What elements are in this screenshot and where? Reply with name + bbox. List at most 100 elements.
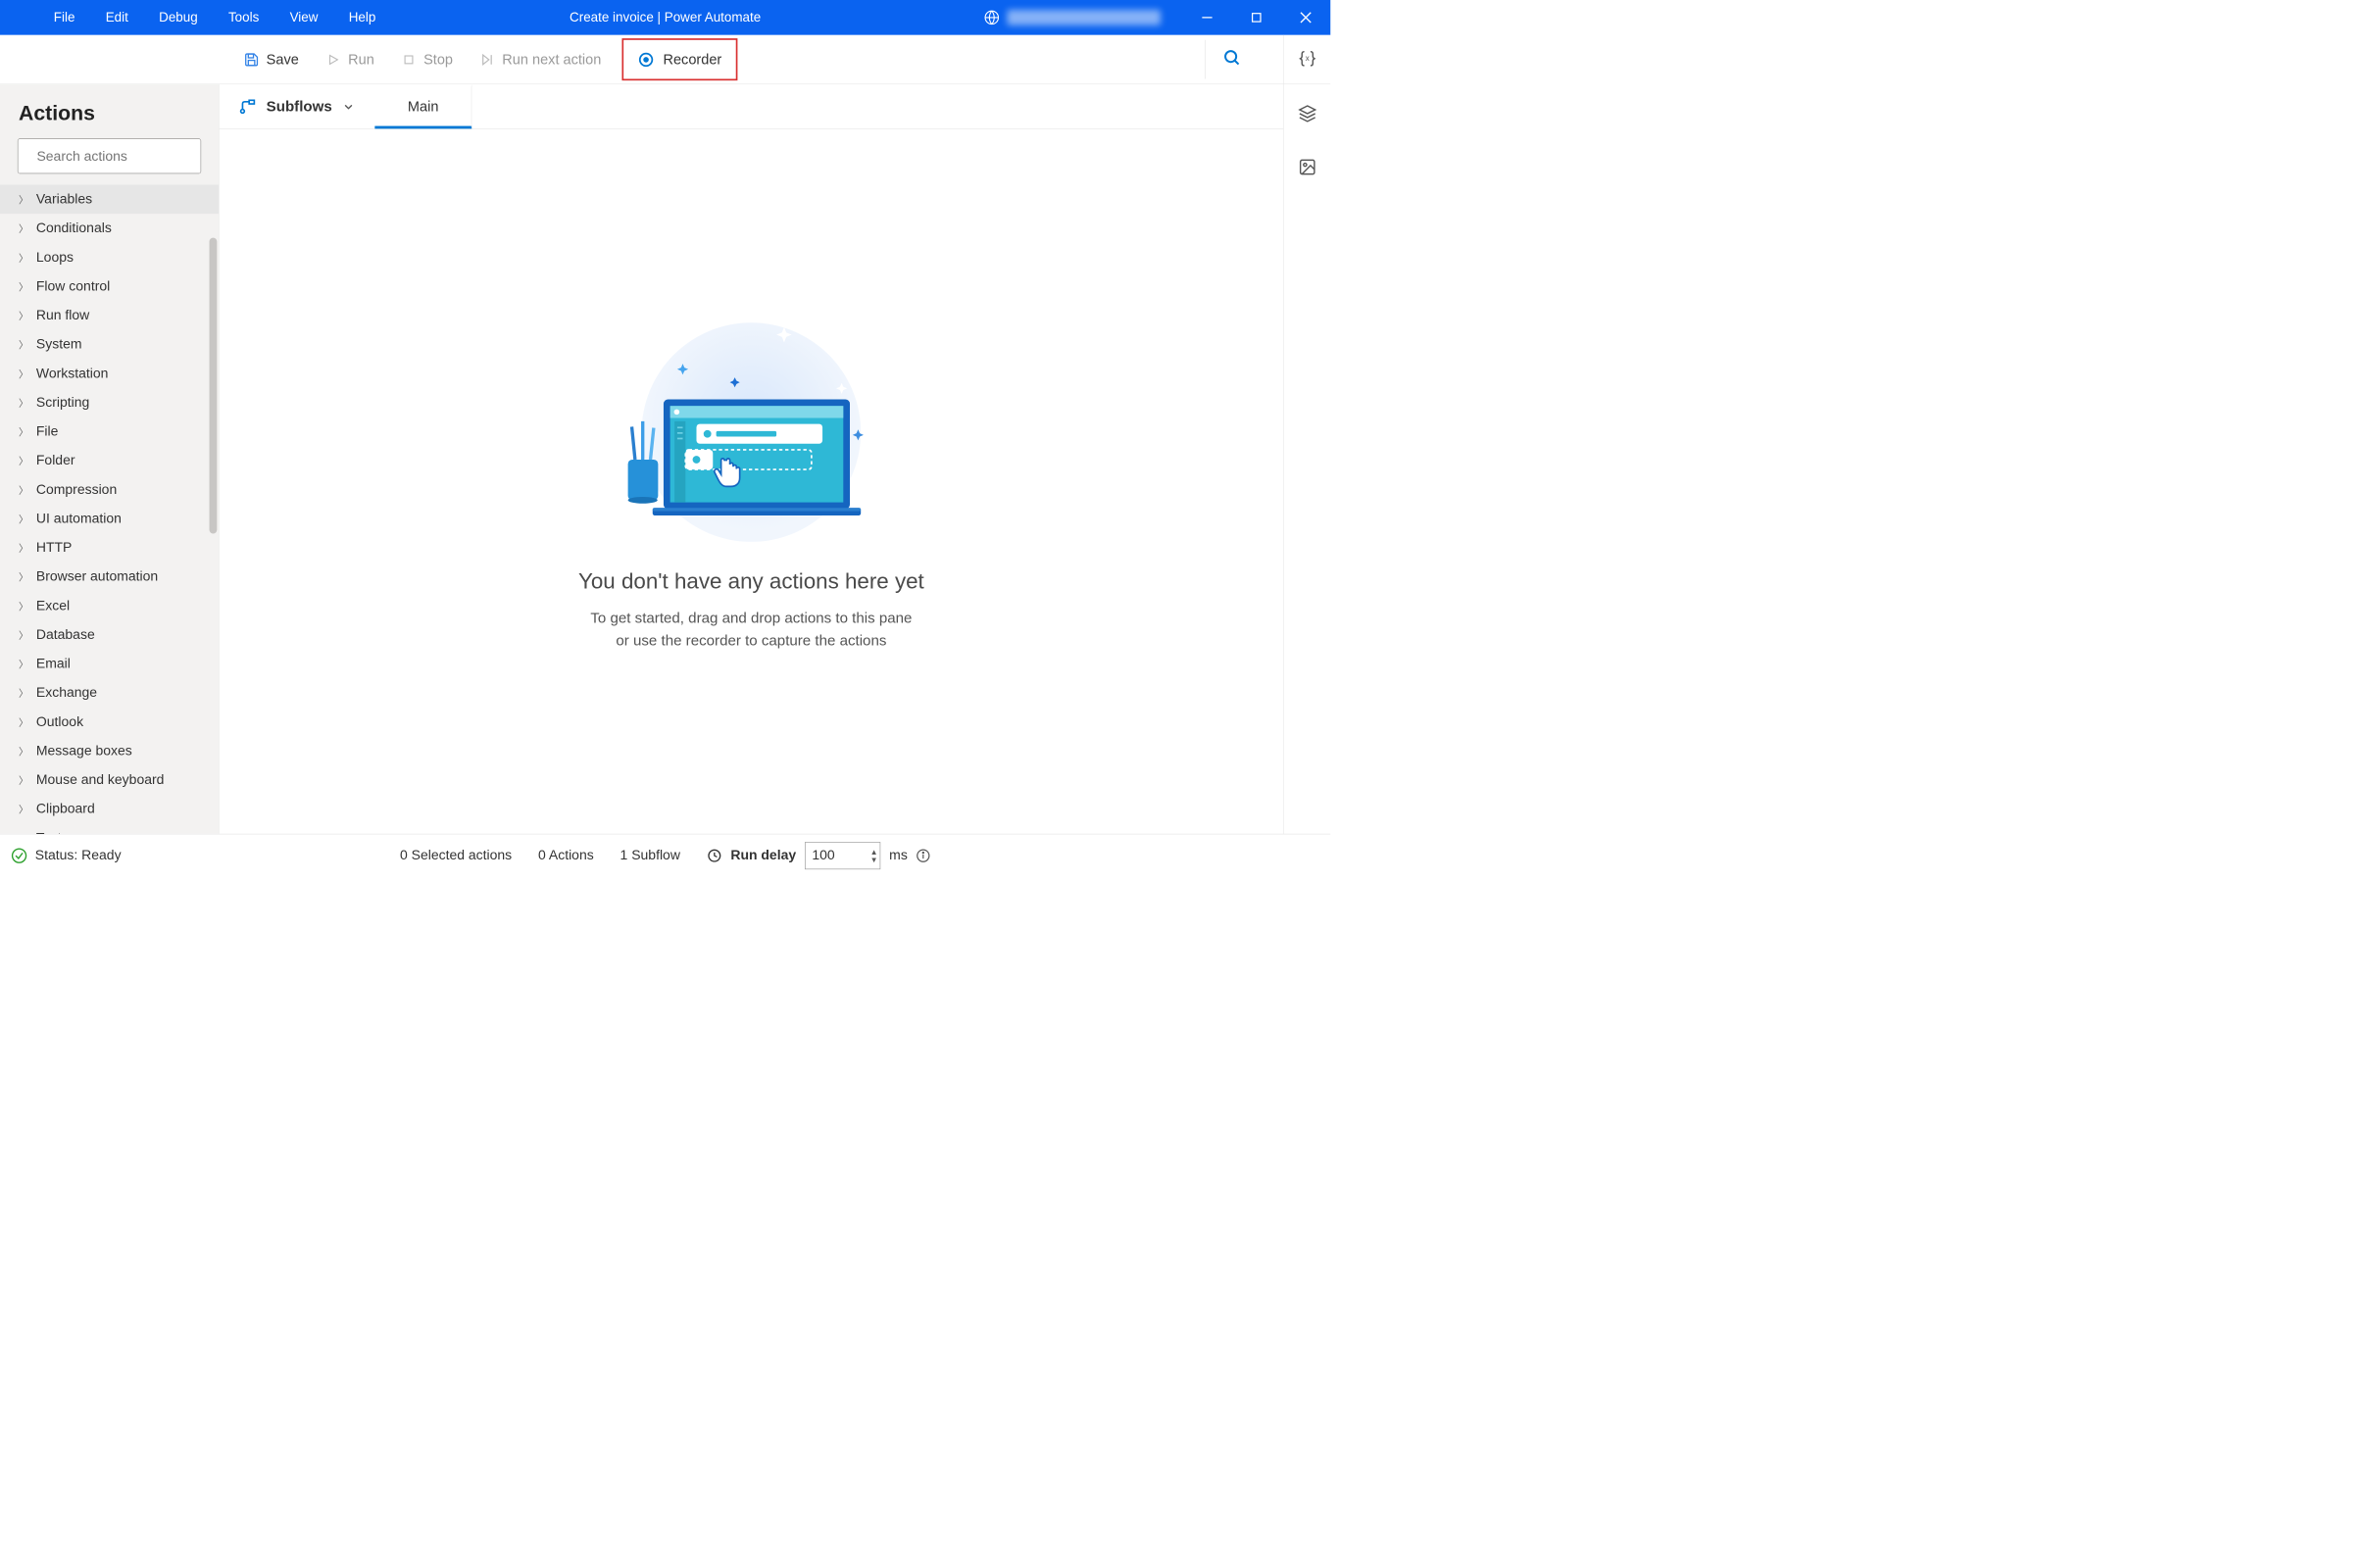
- action-category-clipboard[interactable]: 〉 Clipboard: [0, 795, 219, 824]
- action-category-label: Run flow: [36, 308, 89, 323]
- action-category-scripting[interactable]: 〉Scripting: [0, 388, 219, 417]
- chevron-right-icon: 〉: [19, 454, 28, 468]
- status-text: Status: Ready: [35, 848, 122, 863]
- action-category-outlook[interactable]: 〉 Outlook: [0, 708, 219, 737]
- chevron-down-icon: [342, 100, 355, 113]
- action-category-message-boxes[interactable]: 〉Message boxes: [0, 736, 219, 765]
- action-category-label: Browser automation: [36, 568, 158, 584]
- menu-edit[interactable]: Edit: [90, 10, 143, 25]
- action-category-database[interactable]: 〉Database: [0, 620, 219, 650]
- run-delay-value: 100: [812, 848, 834, 863]
- actions-count: 0 Actions: [538, 848, 594, 863]
- action-category-label: Loops: [36, 249, 74, 265]
- action-category-loops[interactable]: 〉 Loops: [0, 243, 219, 272]
- action-category-label: Email: [36, 656, 71, 671]
- run-next-button[interactable]: Run next action: [466, 45, 614, 74]
- menu-tools[interactable]: Tools: [213, 10, 274, 25]
- action-category-label: File: [36, 423, 59, 439]
- action-category-email[interactable]: 〉 Email: [0, 649, 219, 678]
- empty-title: You don't have any actions here yet: [578, 569, 924, 594]
- scrollbar[interactable]: [210, 238, 218, 534]
- variables-pane-button[interactable]: x: [1298, 49, 1316, 71]
- action-category-folder[interactable]: 〉 Folder: [0, 446, 219, 475]
- stop-button[interactable]: Stop: [387, 45, 466, 74]
- chevron-right-icon: 〉: [19, 221, 28, 236]
- action-category-label: Compression: [36, 481, 117, 497]
- action-category-label: Exchange: [36, 685, 97, 701]
- sidebar-title: Actions: [0, 94, 219, 138]
- search-toolbar-button[interactable]: [1205, 40, 1259, 79]
- search-actions-field[interactable]: [36, 148, 213, 164]
- action-category-conditionals[interactable]: 〉 Conditionals: [0, 214, 219, 243]
- maximize-button[interactable]: [1232, 0, 1281, 35]
- action-category-mouse-and-keyboard[interactable]: 〉Mouse and keyboard: [0, 765, 219, 795]
- action-categories-list: 〉Variables〉Conditionals〉Loops〉Flow contr…: [0, 184, 219, 833]
- action-category-browser-automation[interactable]: 〉Browser automation: [0, 563, 219, 592]
- empty-line2: or use the recorder to capture the actio…: [590, 629, 912, 652]
- chevron-right-icon: 〉: [19, 714, 28, 729]
- menu-file[interactable]: File: [38, 10, 90, 25]
- subflows-label: Subflows: [267, 98, 332, 115]
- action-category-system[interactable]: 〉System: [0, 330, 219, 360]
- braces-icon: x: [1298, 49, 1316, 68]
- action-category-file[interactable]: 〉File: [0, 416, 219, 446]
- subflows-dropdown[interactable]: Subflows: [220, 84, 375, 128]
- menu-debug[interactable]: Debug: [143, 10, 213, 25]
- tab-main[interactable]: Main: [374, 84, 471, 128]
- selected-actions-count: 0 Selected actions: [400, 848, 512, 863]
- chevron-right-icon: 〉: [19, 250, 28, 265]
- action-category-run-flow[interactable]: 〉Run flow: [0, 301, 219, 330]
- action-category-workstation[interactable]: 〉Workstation: [0, 359, 219, 388]
- minimize-button[interactable]: [1182, 0, 1231, 35]
- action-category-compression[interactable]: 〉 Compression: [0, 475, 219, 505]
- action-category-label: Conditionals: [36, 220, 112, 236]
- action-category-http[interactable]: 〉 HTTP: [0, 533, 219, 563]
- image-icon: [1298, 158, 1316, 176]
- chevron-right-icon: 〉: [19, 802, 28, 816]
- recorder-button[interactable]: Recorder: [622, 38, 738, 80]
- main-canvas-area: Subflows Main: [220, 84, 1284, 834]
- action-category-exchange[interactable]: 〉 Exchange: [0, 678, 219, 708]
- run-delay-label: Run delay: [730, 848, 796, 863]
- action-category-label: Clipboard: [36, 801, 95, 816]
- action-category-label: Excel: [36, 598, 70, 613]
- chevron-right-icon: 〉: [19, 657, 28, 671]
- chevron-right-icon: 〉: [19, 540, 28, 555]
- action-category-excel[interactable]: 〉 Excel: [0, 591, 219, 620]
- action-category-label: Outlook: [36, 713, 83, 729]
- menu-view[interactable]: View: [274, 10, 333, 25]
- search-icon: [1223, 49, 1242, 68]
- action-category-text[interactable]: 〉Text: [0, 823, 219, 834]
- chevron-right-icon: 〉: [19, 192, 28, 207]
- action-category-ui-automation[interactable]: 〉UI automation: [0, 504, 219, 533]
- chevron-right-icon: 〉: [19, 279, 28, 294]
- chevron-right-icon: 〉: [19, 772, 28, 787]
- chevron-right-icon: 〉: [19, 686, 28, 701]
- action-category-label: Workstation: [36, 366, 109, 381]
- svg-text:x: x: [1306, 54, 1310, 63]
- stop-icon: [401, 51, 418, 68]
- run-delay-input[interactable]: 100 ▲▼: [805, 842, 880, 869]
- clock-icon: [707, 848, 722, 863]
- run-button[interactable]: Run: [312, 45, 387, 74]
- action-category-label: Folder: [36, 453, 75, 468]
- info-icon[interactable]: [917, 849, 931, 863]
- action-category-flow-control[interactable]: 〉Flow control: [0, 271, 219, 301]
- spinner-arrows[interactable]: ▲▼: [870, 848, 878, 863]
- close-button[interactable]: [1281, 0, 1330, 35]
- images-pane-button[interactable]: [1298, 158, 1316, 179]
- save-button[interactable]: Save: [230, 45, 312, 74]
- search-actions-input[interactable]: [18, 138, 201, 173]
- run-next-label: Run next action: [502, 51, 601, 68]
- menu-help[interactable]: Help: [333, 10, 391, 25]
- save-icon: [243, 51, 260, 68]
- ui-elements-pane-button[interactable]: [1298, 104, 1316, 125]
- action-category-variables[interactable]: 〉Variables: [0, 184, 219, 214]
- chevron-right-icon: 〉: [19, 599, 28, 613]
- step-icon: [479, 51, 496, 68]
- action-category-label: HTTP: [36, 540, 72, 556]
- chevron-right-icon: 〉: [19, 482, 28, 497]
- environment-picker[interactable]: [983, 9, 1161, 26]
- chevron-right-icon: 〉: [19, 512, 28, 526]
- action-category-label: Message boxes: [36, 743, 132, 759]
